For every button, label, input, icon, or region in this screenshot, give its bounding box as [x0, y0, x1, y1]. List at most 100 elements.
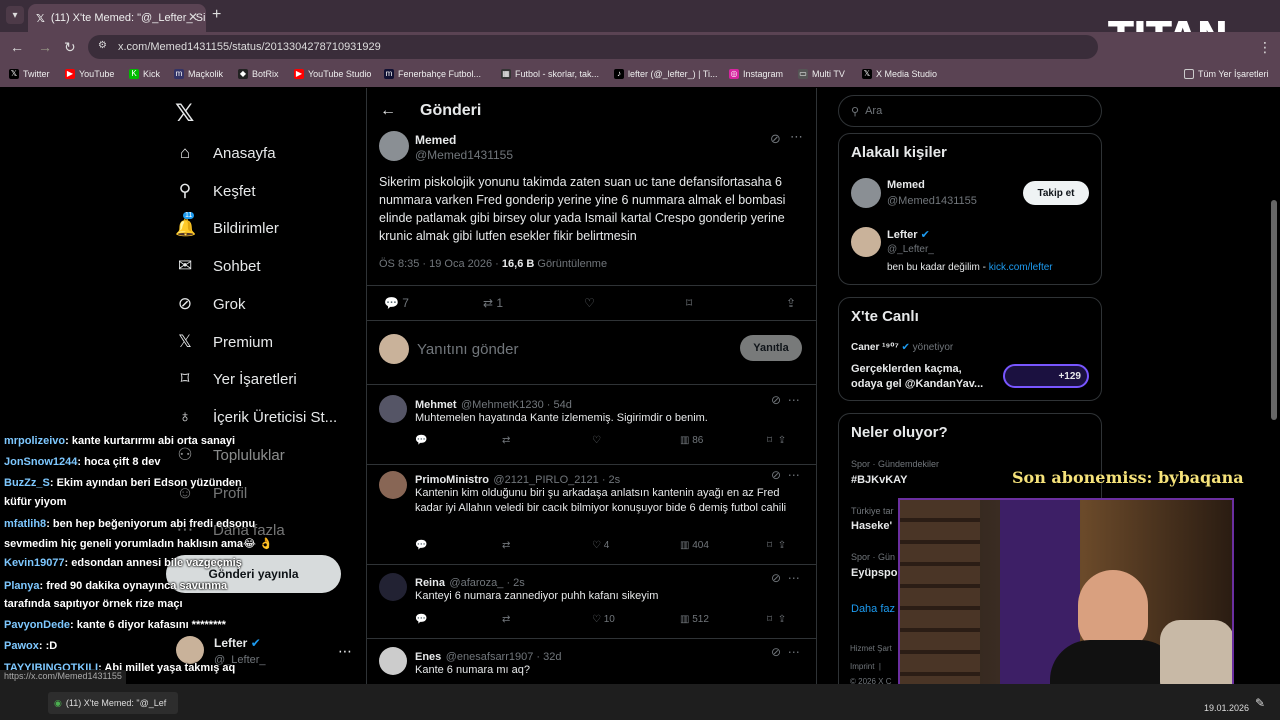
browser-menu-icon[interactable]: ⋮ — [1258, 39, 1272, 56]
like-icon[interactable]: ♡ 4 — [592, 540, 609, 551]
author-handle[interactable]: @Memed1431155 — [415, 148, 513, 162]
bookmark-futbol[interactable]: ▦ Futbol - skorlar, tak... — [501, 69, 599, 79]
reply-button[interactable]: Yanıtla — [740, 335, 802, 361]
reply-item[interactable]: Reina @afaroza_ · 2s Kanteyi 6 numara za… — [367, 564, 816, 638]
all-bookmarks-folder[interactable]: Tüm Yer İşaretleri — [1184, 69, 1269, 79]
x-logo-icon[interactable]: 𝕏 — [175, 99, 194, 128]
bookmark-icon[interactable]: ⌑ — [686, 296, 692, 310]
author-name[interactable]: Memed — [415, 133, 456, 147]
chat-text: sevmedim hiç geneli yorumladın haklısın … — [4, 538, 273, 550]
show-more-link[interactable]: Daha faz — [851, 603, 895, 615]
browser-tab[interactable]: 𝕏 (11) X'te Memed: "@_Lefter_ Si... ✕ — [28, 4, 206, 32]
x-favicon-icon: 𝕏 — [36, 12, 45, 25]
nav-notifications[interactable]: 🔔 11 Bildirimler — [175, 212, 279, 238]
grok-icon[interactable]: ⊘ ⋯ — [771, 645, 800, 659]
site-info-icon[interactable]: ⚙ — [98, 40, 107, 51]
back-icon[interactable]: ← — [10, 39, 24, 55]
avatar[interactable] — [851, 227, 881, 257]
webcam-overlay — [898, 498, 1234, 700]
chat-username: BuzZz_S — [4, 477, 50, 489]
nav-creator-studio[interactable]: ♁ İçerik Üreticisi St... — [175, 407, 338, 427]
views-icon[interactable]: ▥ 404 — [680, 540, 709, 551]
share-icon[interactable]: ⇪ — [786, 296, 796, 310]
footer-link[interactable]: Hizmet Şart — [850, 644, 892, 653]
avatar[interactable] — [851, 178, 881, 208]
chat-message: Kevin19077: edsondan annesi bile vazgeçm… — [4, 557, 242, 569]
new-tab-button[interactable]: + — [212, 6, 221, 24]
repost-icon[interactable]: ⇄ — [502, 435, 510, 446]
live-space-title[interactable]: Gerçeklerden kaçma, odaya gel @KandanYav… — [851, 362, 991, 392]
reply-actions[interactable]: 💬 — [415, 540, 427, 551]
reply-actions[interactable]: 💬 — [415, 614, 427, 625]
reply-action[interactable]: 💬 7 — [384, 296, 409, 310]
like-icon[interactable]: ♡ — [584, 296, 595, 310]
chat-message: mfatlih8: ben hep beğeniyorum abi fredi … — [4, 518, 255, 530]
reply-input[interactable]: Yanıtını gönder — [417, 341, 518, 358]
reply-item[interactable]: PrimoMinistro @2121_PIRLO_2121 · 2s Kant… — [367, 464, 816, 564]
bookmark-botrix[interactable]: ◆ BotRix — [238, 69, 279, 79]
repost-icon[interactable]: ⇄ — [502, 614, 510, 625]
account-avatar[interactable] — [176, 636, 204, 664]
tab-search-button[interactable]: ▾ — [6, 6, 24, 24]
grok-icon[interactable]: ⊘ ⋯ — [771, 468, 800, 482]
notification-icon[interactable]: ✎ — [1255, 696, 1265, 710]
close-tab-icon[interactable]: ✕ — [188, 10, 198, 24]
reply-item[interactable]: Mehmet @MehmetK1230 · 54d Muhtemelen hay… — [367, 384, 816, 464]
author-avatar[interactable] — [379, 131, 409, 161]
reply-actions[interactable]: 💬 — [415, 435, 427, 446]
trend-item[interactable]: Haseke' — [851, 520, 892, 532]
nav-bookmarks[interactable]: ⌑ Yer İşaretleri — [175, 369, 297, 389]
bookmark-share-icons[interactable]: ⌑ ⇪ — [767, 614, 786, 625]
repost-icon[interactable]: ⇄ — [502, 540, 510, 551]
trend-item[interactable]: Eyüpspo — [851, 567, 897, 579]
more-icon[interactable]: ⋯ — [790, 129, 803, 145]
live-listeners[interactable]: +129 — [1003, 364, 1089, 388]
bookmark-youtube-studio[interactable]: ▶ YouTube Studio — [294, 69, 371, 79]
taskbar-browser-item[interactable]: ◉ (11) X'te Memed: "@_Lef — [48, 692, 178, 714]
bookmark-xmedia[interactable]: 𝕏X Media Studio — [862, 69, 937, 79]
nav-communities[interactable]: ⚇ Topluluklar — [175, 445, 284, 465]
nav-premium[interactable]: 𝕏 Premium — [175, 332, 273, 352]
reply-item[interactable]: Enes @enesafsarr1907 · 32d Kante 6 numar… — [367, 638, 816, 684]
bookmark-instagram[interactable]: ◎ Instagram — [729, 69, 783, 79]
reply-avatar[interactable] — [379, 573, 407, 601]
bookshelf — [900, 500, 980, 698]
streamer-face — [1078, 570, 1148, 650]
address-bar[interactable]: ⚙ x.com/Memed1431155/status/201330427871… — [88, 35, 1098, 59]
bookmark-share-icons[interactable]: ⌑ ⇪ — [767, 435, 786, 446]
views-icon[interactable]: ▥ 512 — [680, 614, 709, 625]
views-icon[interactable]: ▥ 86 — [680, 435, 703, 446]
nav-chat[interactable]: ✉ Sohbet — [175, 256, 261, 276]
bookmark-share-icons[interactable]: ⌑ ⇪ — [767, 540, 786, 551]
bookmark-twitter[interactable]: 𝕏 Twitter — [9, 69, 50, 79]
grok-icon[interactable]: ⊘ ⋯ — [771, 571, 800, 585]
url-text: x.com/Memed1431155/status/20133042787109… — [118, 41, 381, 53]
grok-icon[interactable]: ⊘ ⋯ — [771, 393, 800, 407]
forward-icon[interactable]: → — [38, 39, 52, 55]
like-icon[interactable]: ♡ 10 — [592, 614, 615, 625]
reply-avatar[interactable] — [379, 395, 407, 423]
nav-home[interactable]: ⌂ Anasayfa — [175, 143, 276, 163]
grok-icon[interactable]: ⊘ — [770, 131, 781, 147]
bookmark-kick[interactable]: K Kick — [129, 69, 160, 79]
back-arrow-icon[interactable]: ← — [380, 102, 396, 120]
bookmark-youtube[interactable]: ▶ YouTube — [65, 69, 114, 79]
bookmark-multitv[interactable]: ▭ Multi TV — [798, 69, 845, 79]
reply-avatar[interactable] — [379, 647, 407, 675]
scrollbar[interactable] — [1271, 200, 1277, 420]
like-icon[interactable]: ♡ — [592, 435, 601, 446]
search-input[interactable]: ⚲ Ara — [838, 95, 1102, 127]
nav-grok[interactable]: ⊘ Grok — [175, 294, 246, 314]
trend-item[interactable]: #BJKvKAY — [851, 474, 907, 486]
repost-action[interactable]: ⇄ 1 — [483, 296, 503, 310]
profile-link[interactable]: kick.com/lefter — [989, 262, 1053, 273]
follow-button[interactable]: Takip et — [1023, 181, 1089, 205]
footer-link[interactable]: Imprint | — [850, 662, 881, 671]
reply-avatar[interactable] — [379, 471, 407, 499]
bookmark-tiktok[interactable]: ♪ lefter (@_lefter_) | Ti... — [614, 69, 718, 79]
bookmark-fenerbahce[interactable]: m Fenerbahçe Futbol... — [384, 69, 481, 79]
reload-icon[interactable]: ↻ — [64, 39, 76, 56]
bookmark-mackolik[interactable]: m Maçkolik — [174, 69, 223, 79]
nav-explore[interactable]: ⚲ Keşfet — [175, 181, 256, 201]
account-menu-icon[interactable]: ⋯ — [338, 643, 352, 660]
